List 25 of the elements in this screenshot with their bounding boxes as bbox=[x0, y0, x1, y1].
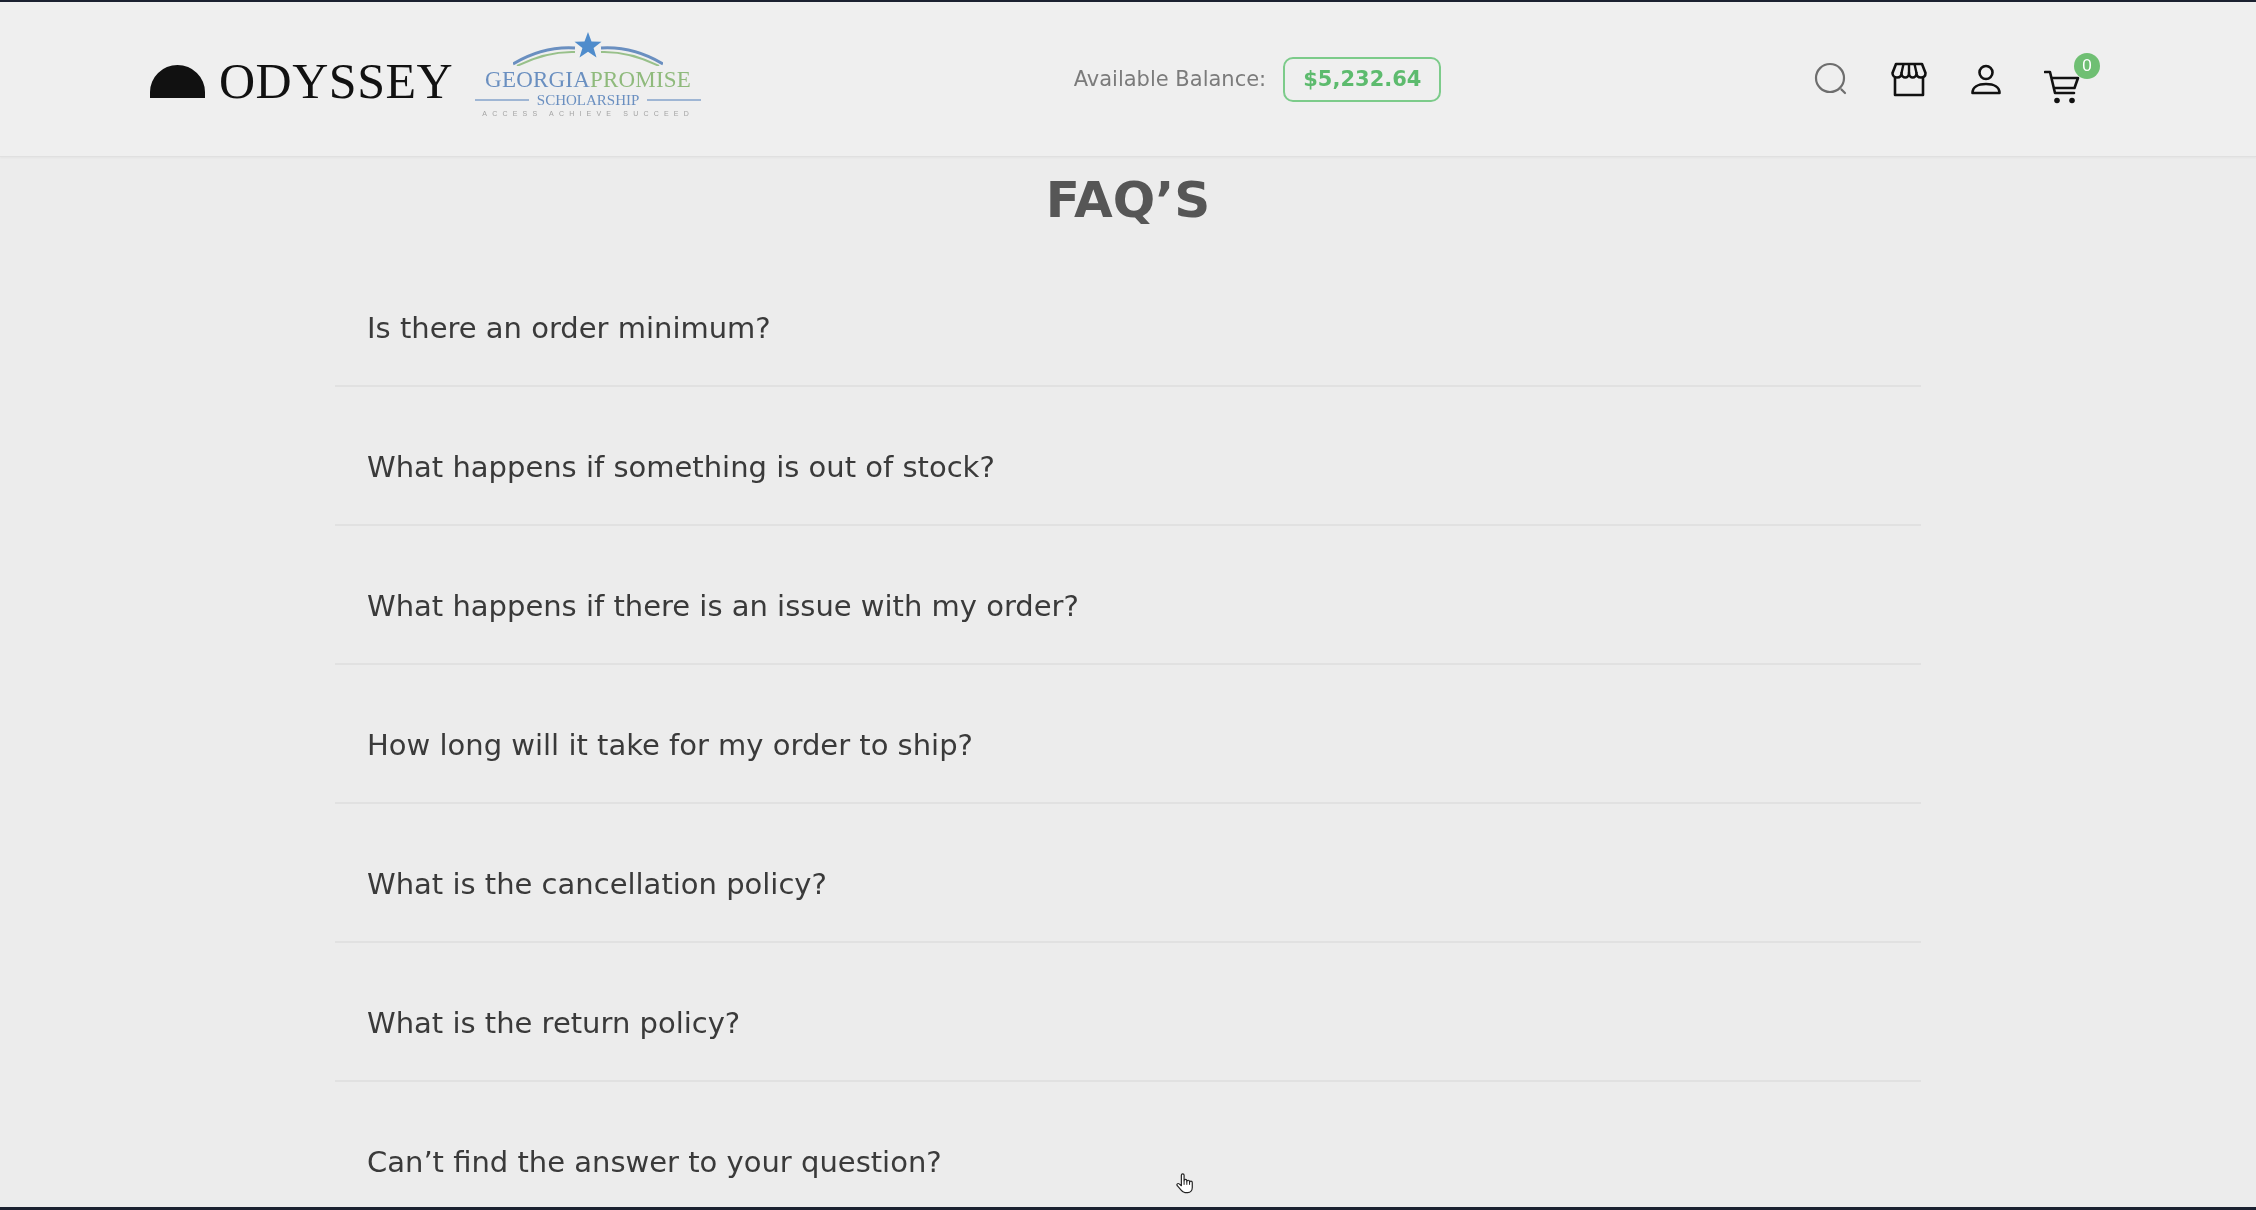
faq-title: FAQ’S bbox=[1044, 170, 1212, 230]
faq-question[interactable]: Can’t find the answer to your question? bbox=[335, 1082, 1921, 1197]
star-swoosh-icon bbox=[513, 31, 664, 66]
faq-question[interactable]: Is there an order minimum? bbox=[335, 248, 1921, 385]
faq-question[interactable]: What is the cancellation policy? bbox=[335, 804, 1921, 941]
account-button[interactable] bbox=[1970, 63, 2002, 95]
logo-word: GEORGIA bbox=[485, 67, 590, 92]
user-icon bbox=[1970, 63, 2002, 95]
faq-question[interactable]: What is the return policy? bbox=[335, 943, 1921, 1080]
balance-amount: $5,232.64 bbox=[1283, 56, 1442, 102]
faq-question[interactable]: How long will it take for my order to ship? bbox=[335, 665, 1921, 802]
faq-question[interactable]: What happens if there is an issue with my order? bbox=[335, 526, 1921, 663]
search-icon bbox=[1814, 62, 1848, 96]
search-button[interactable] bbox=[1814, 62, 1848, 96]
storefront-icon bbox=[1890, 61, 1928, 97]
store-button[interactable] bbox=[1890, 61, 1928, 97]
brand-wordmark: ODYSSEY bbox=[219, 56, 454, 106]
logo-word: PROMISE bbox=[590, 67, 692, 92]
cart-icon bbox=[2044, 69, 2080, 105]
hand-cursor-icon bbox=[1175, 1172, 1195, 1194]
cart-count-badge: 0 bbox=[2074, 53, 2100, 79]
half-circle-logo-icon bbox=[150, 64, 205, 98]
logo-subtitle: SCHOLARSHIP bbox=[536, 91, 640, 109]
faq-question[interactable]: What happens if something is out of stock? bbox=[335, 387, 1921, 524]
balance-label: Available Balance: bbox=[1073, 67, 1267, 91]
